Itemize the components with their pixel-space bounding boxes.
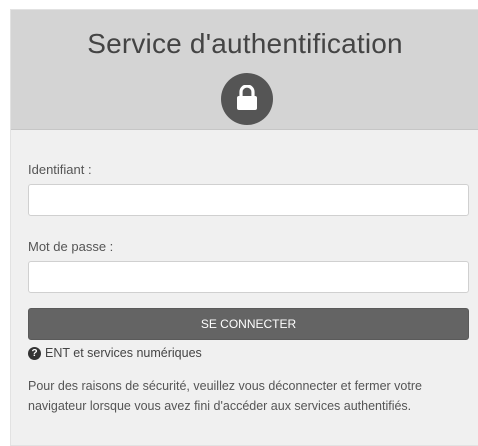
username-label: Identifiant : xyxy=(28,162,92,177)
login-card: Service d'authentification Identifiant :… xyxy=(10,9,478,446)
lock-icon xyxy=(237,85,257,110)
login-button[interactable]: SE CONNECTER xyxy=(28,308,469,340)
security-notice: Pour des raisons de sécurité, veuillez v… xyxy=(28,379,422,413)
login-header: Service d'authentification xyxy=(11,10,478,130)
question-circle-icon: ? xyxy=(28,346,41,360)
password-label: Mot de passe : xyxy=(28,239,114,254)
page-title: Service d'authentification xyxy=(87,28,403,59)
help-link[interactable]: ? ENT et services numériques xyxy=(28,346,202,360)
help-link-label: ENT et services numériques xyxy=(45,346,202,360)
lock-badge xyxy=(221,73,273,125)
username-field[interactable] xyxy=(28,184,469,216)
password-field[interactable] xyxy=(28,261,469,293)
